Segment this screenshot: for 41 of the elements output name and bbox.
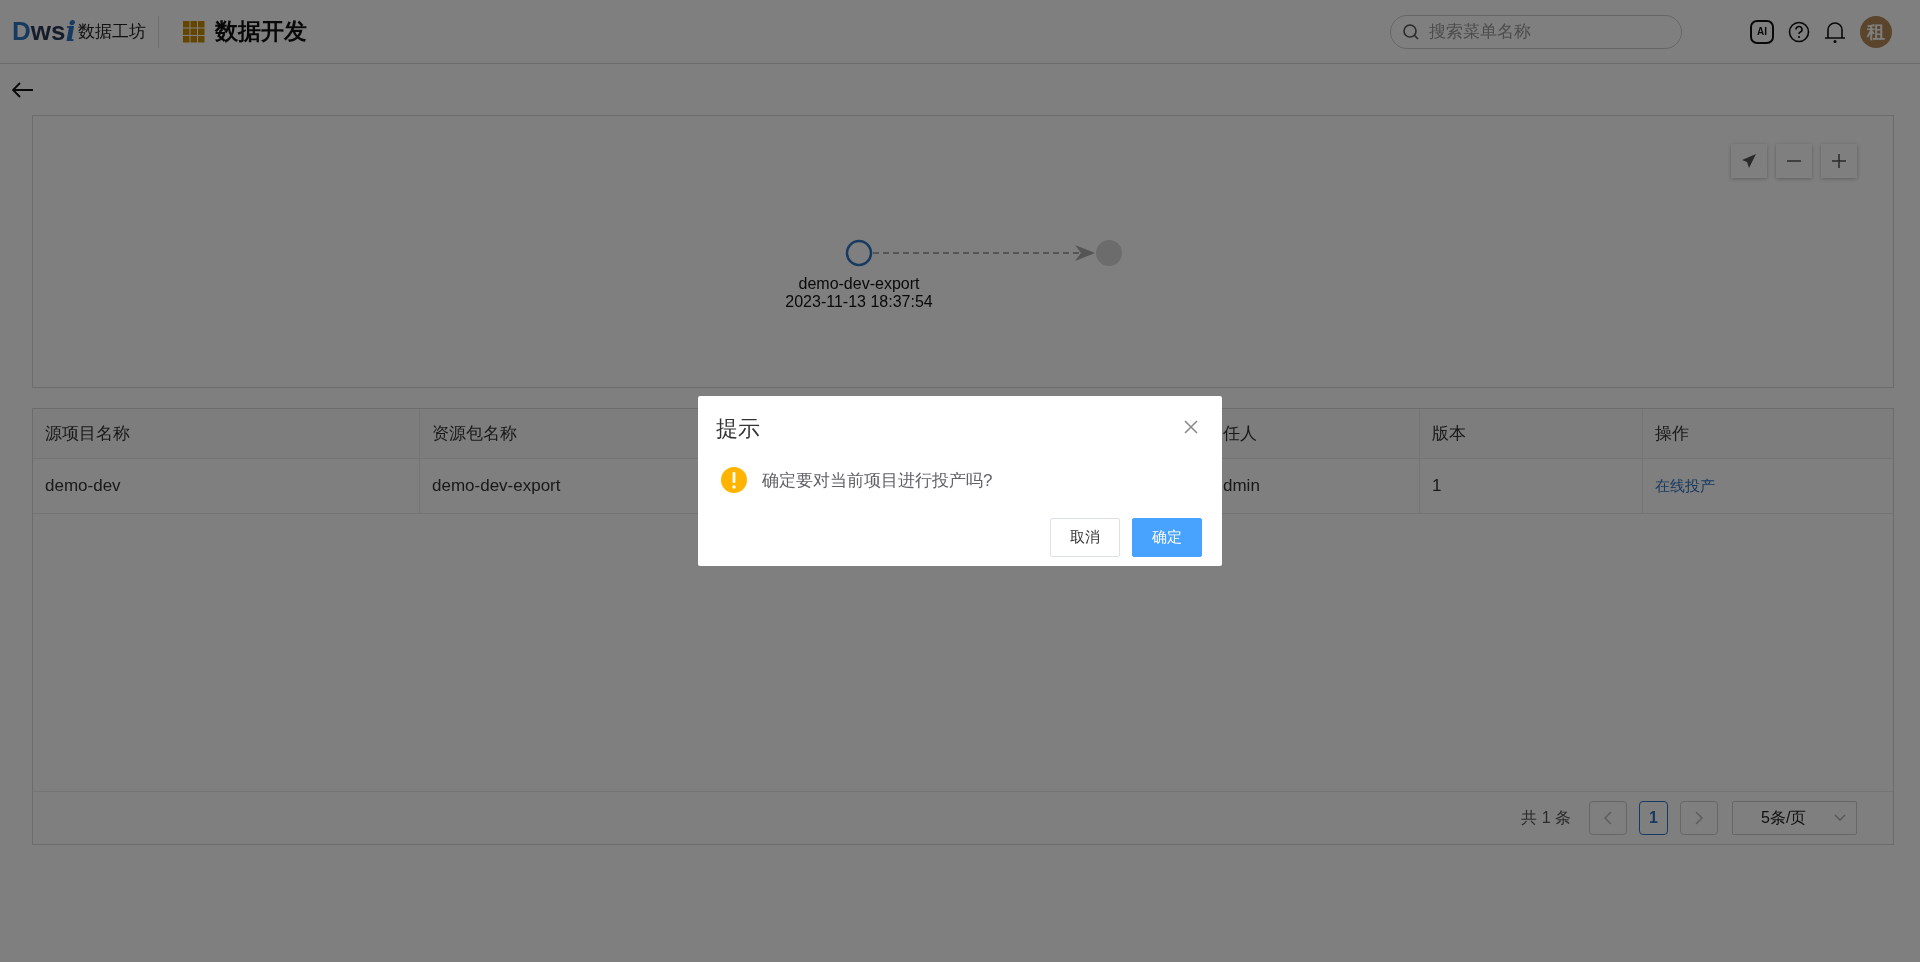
logo-accent: i [65, 15, 77, 48]
dialog-title: 提示 [716, 416, 760, 441]
plus-icon [1831, 153, 1847, 169]
table-cell: 1 [1432, 476, 1442, 496]
module-title: 数据开发 [215, 17, 308, 46]
back-icon[interactable] [12, 81, 34, 98]
confirm-button[interactable]: 确定 [1132, 518, 1202, 557]
grid-icon [183, 20, 206, 43]
total-count: 共 1 条 [1521, 807, 1571, 828]
paper-plane-icon [1741, 153, 1757, 169]
zoom-in-button[interactable] [1821, 144, 1857, 178]
logo-mark: Dws [12, 16, 66, 47]
node-name: demo-dev-export [798, 275, 920, 292]
dialog-message: 确定要对当前项目进行投产吗? [762, 469, 993, 492]
help-icon[interactable] [1788, 20, 1810, 43]
node-time: 2023-11-13 18:37:54 [785, 293, 933, 310]
bell-icon[interactable] [1824, 19, 1846, 44]
page-size-select[interactable]: 5条/页 [1732, 801, 1857, 835]
product-name: 数据工坊 [78, 21, 147, 43]
table-cell: dmin [1223, 476, 1260, 496]
column-header: 版本 [1432, 423, 1466, 445]
column-header: 源项目名称 [45, 423, 130, 445]
send-button[interactable] [1731, 144, 1767, 178]
column-header: 资源包名称 [432, 423, 517, 445]
user-avatar[interactable]: 租 [1860, 15, 1892, 48]
zoom-out-button[interactable] [1776, 144, 1812, 178]
table-cell: demo-dev-export [432, 476, 561, 496]
warning-icon [720, 466, 748, 494]
chevron-right-icon [1694, 811, 1704, 825]
table-cell: demo-dev [45, 476, 121, 496]
search-icon [1402, 22, 1420, 41]
graph-node [845, 239, 873, 267]
column-header: 任人 [1223, 423, 1257, 445]
deploy-link[interactable]: 在线投产 [1655, 476, 1715, 496]
chevron-down-icon [1834, 814, 1846, 822]
minus-icon [1786, 160, 1802, 162]
page-button[interactable]: 1 [1639, 801, 1668, 835]
cancel-button[interactable]: 取消 [1050, 518, 1120, 557]
column-header: 操作 [1655, 423, 1689, 445]
chevron-left-icon [1603, 811, 1613, 825]
ai-icon[interactable]: AI [1750, 19, 1774, 44]
